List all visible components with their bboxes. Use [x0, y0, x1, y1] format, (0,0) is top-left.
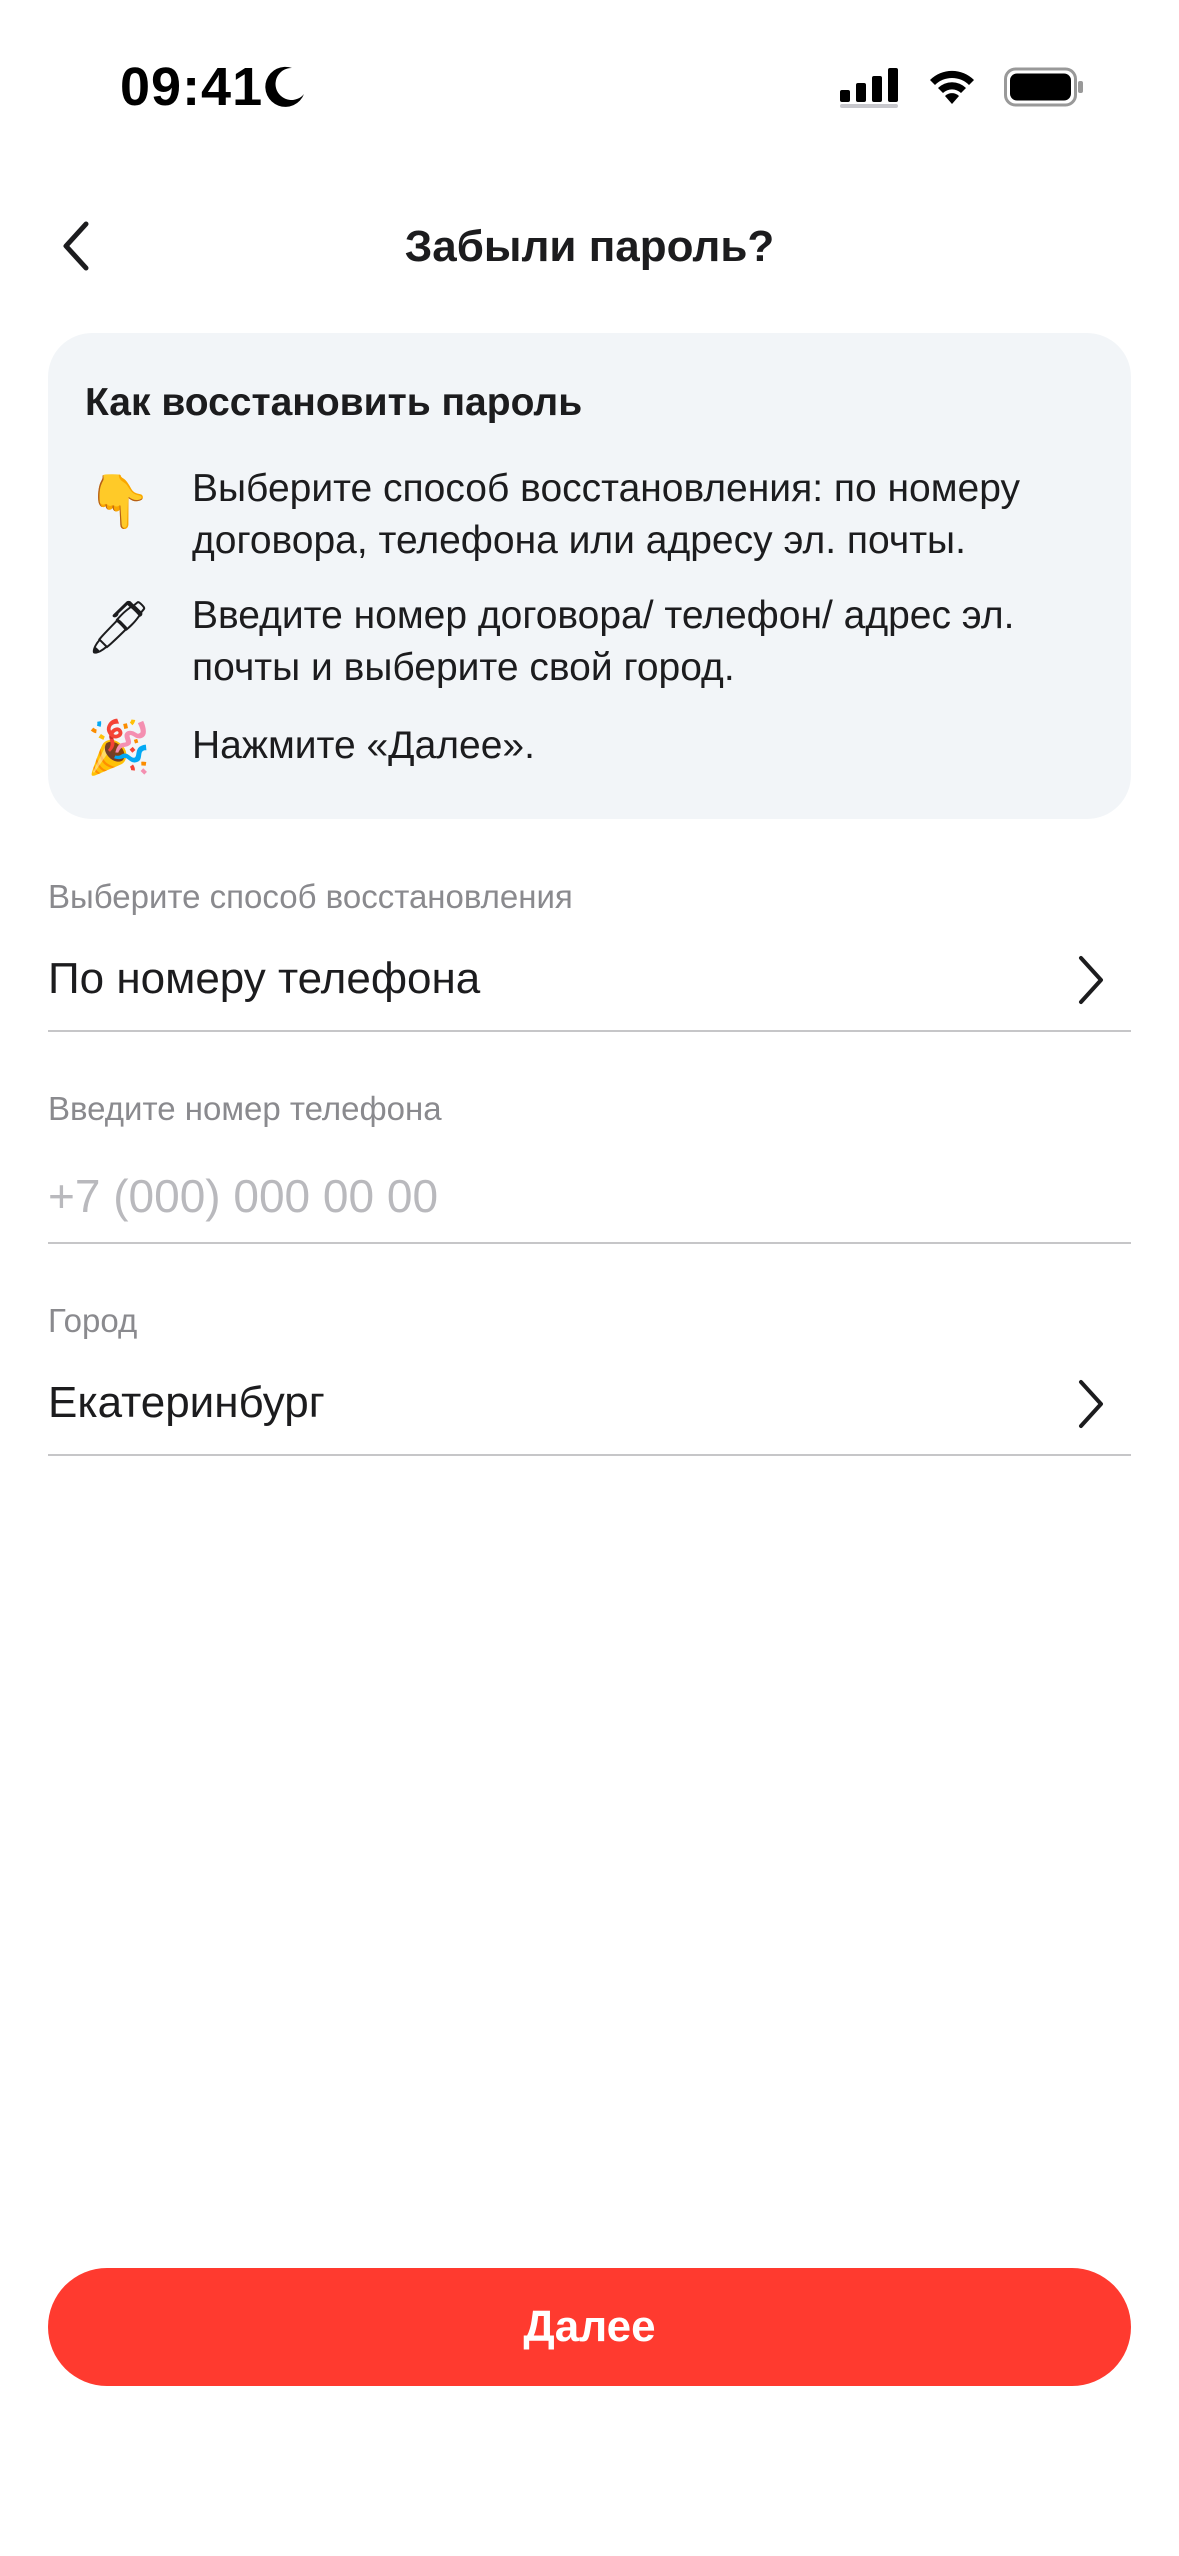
city-label: Город — [48, 1302, 138, 1339]
city-value: Екатеринбург — [48, 1378, 325, 1427]
pointing-down-hand-icon: 👇 — [86, 472, 152, 531]
chevron-right-icon — [1071, 1374, 1111, 1434]
navigation-bar: Забыли пароль? — [0, 200, 1179, 310]
party-popper-icon: 🎉 — [86, 718, 152, 777]
city-select[interactable]: Город Екатеринбург — [48, 1294, 1131, 1456]
battery-icon — [1004, 67, 1084, 112]
instructions-card: Как восстановить пароль 👇 Выберите спосо… — [48, 333, 1131, 819]
recovery-method-value: По номеру телефона — [48, 954, 481, 1003]
cellular-signal-icon — [840, 66, 900, 113]
next-button[interactable]: Далее — [48, 2268, 1131, 2386]
phone-label: Введите номер телефона — [48, 1090, 442, 1127]
forgot-password-screen: 09:41 Забыли пароль? Как восстановить па… — [0, 0, 1179, 2556]
wifi-icon — [926, 68, 978, 111]
status-icons — [840, 66, 1084, 113]
instruction-step-text: Введите номер договора/ телефон/ адрес э… — [192, 594, 1015, 689]
page-title: Забыли пароль? — [404, 222, 775, 271]
phone-field: Введите номер телефона — [48, 1082, 1131, 1244]
chevron-right-icon — [1071, 950, 1111, 1010]
instructions-title: Как восстановить пароль — [85, 381, 583, 424]
status-time: 09:41 — [120, 57, 264, 117]
phone-input[interactable] — [48, 1166, 1048, 1226]
status-bar: 09:41 — [0, 0, 1179, 170]
recovery-method-select[interactable]: Выберите способ восстановления По номеру… — [48, 870, 1131, 1032]
recovery-method-label: Выберите способ восстановления — [48, 878, 573, 915]
pen-icon: 🖊 — [86, 598, 153, 657]
moon-icon — [262, 64, 308, 110]
instruction-step-text: Нажмите «Далее». — [192, 724, 535, 767]
instruction-step-text: Выберите способ восстановления: по номер… — [192, 467, 1020, 562]
